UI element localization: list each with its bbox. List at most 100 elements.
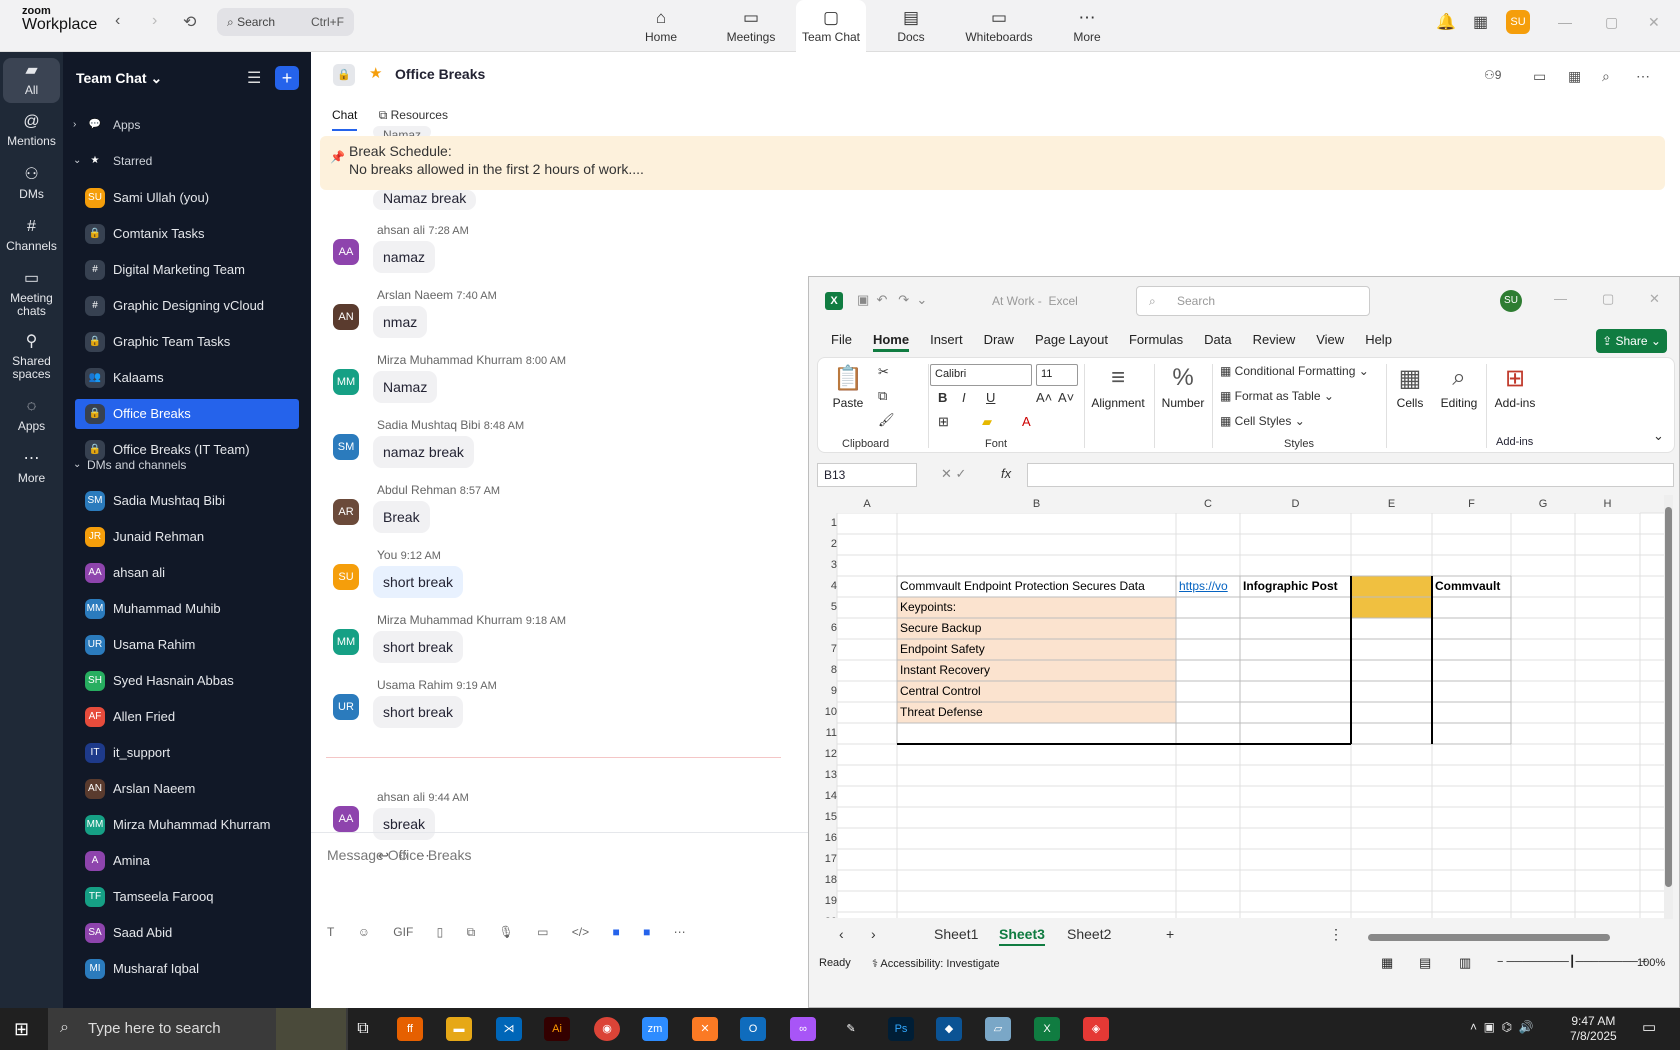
tab-docs[interactable]: ▤ Docs <box>866 0 956 52</box>
code-icon[interactable]: </> <box>572 925 589 939</box>
alignment-button[interactable]: ≡ Alignment <box>1086 364 1150 410</box>
minimize-icon[interactable]: — <box>1558 14 1572 30</box>
increase-font-icon[interactable]: A˄ <box>1036 390 1052 405</box>
row-header[interactable]: 11 <box>813 727 837 739</box>
cell-b8[interactable]: Instant Recovery <box>897 660 1176 681</box>
options-icon[interactable]: ⋮ <box>1329 926 1343 943</box>
more-icon[interactable]: ⋯ <box>674 925 686 939</box>
sidebar-item-dm[interactable]: TF Tamseela Farooq <box>75 882 299 912</box>
zoom-search-box[interactable]: ⌕ Search Ctrl+F <box>217 8 354 36</box>
minimize-icon[interactable]: — <box>1554 291 1567 306</box>
bold-icon[interactable]: B <box>938 390 947 405</box>
avatar[interactable]: AA <box>333 806 359 832</box>
cell-b9[interactable]: Central Control <box>897 681 1176 702</box>
tab-team-chat[interactable]: ▢ Team Chat <box>796 0 866 52</box>
add-sheet-icon[interactable]: + <box>1166 926 1174 942</box>
row-header[interactable]: 19 <box>813 895 837 907</box>
tab-home[interactable]: ⌂ Home <box>616 0 706 52</box>
ribbon-tab[interactable]: Draw <box>984 332 1014 347</box>
avatar[interactable]: UR <box>333 694 359 720</box>
font-color-icon[interactable]: A <box>1022 414 1031 429</box>
accessibility-status[interactable]: ⚕ Accessibility: Investigate <box>872 957 1000 970</box>
sidebar-item-starred[interactable]: 🔒 Graphic Team Tasks <box>75 327 299 357</box>
app-icon[interactable]: ◈ <box>1083 1017 1109 1041</box>
tab-chat[interactable]: Chat <box>332 108 358 131</box>
column-header[interactable]: G <box>1511 495 1575 513</box>
cell-b7[interactable]: Endpoint Safety <box>897 639 1176 660</box>
page-break-icon[interactable]: ▥ <box>1459 955 1471 971</box>
sidebar-item-dm[interactable]: JR Junaid Rehman <box>75 522 299 552</box>
sheet-tab[interactable]: Sheet1 <box>934 926 978 942</box>
sidebar-item-dm[interactable]: AF Allen Fried <box>75 702 299 732</box>
file-icon[interactable]: ▯ <box>437 925 444 939</box>
spreadsheet-grid[interactable]: ABCDEFGH12345678910111213141516171819202… <box>813 495 1665 918</box>
fill-color-icon[interactable]: ▰ <box>982 414 992 430</box>
notification-bell-icon[interactable]: 🔔 <box>1436 12 1456 32</box>
cell-f4[interactable]: Commvault <box>1432 576 1511 597</box>
windows-start-icon[interactable]: ⊞ <box>14 1019 29 1040</box>
vscode-icon[interactable]: ⋊ <box>496 1017 522 1041</box>
rail-item-meeting-chats[interactable]: ▭ Meeting chats <box>3 271 60 318</box>
ribbon-tab[interactable]: View <box>1316 332 1344 347</box>
page-layout-icon[interactable]: ▤ <box>1419 955 1431 971</box>
italic-icon[interactable]: I <box>962 390 966 405</box>
avatar[interactable]: MM <box>333 369 359 395</box>
avatar[interactable]: AN <box>333 304 359 330</box>
chrome-icon[interactable]: ◉ <box>594 1017 620 1041</box>
sidebar-item-dm[interactable]: MM Mirza Muhammad Khurram <box>75 810 299 840</box>
row-header[interactable]: 13 <box>813 769 837 781</box>
rail-item-apps[interactable]: ◌ Apps <box>3 399 60 433</box>
decrease-font-icon[interactable]: A˅ <box>1058 390 1074 405</box>
filter-icon[interactable]: ☰ <box>247 68 261 88</box>
photoshop-icon[interactable]: Ps <box>888 1017 914 1041</box>
sidebar-item-starred[interactable]: # Graphic Designing vCloud <box>75 291 299 321</box>
ribbon-tab[interactable]: Review <box>1253 332 1296 347</box>
sidebar-item-starred[interactable]: 🔒 Comtanix Tasks <box>75 219 299 249</box>
ribbon-tab[interactable]: Home <box>872 332 910 352</box>
pen-tool-icon[interactable]: ✎ <box>838 1017 864 1041</box>
tab-meetings[interactable]: ▭ Meetings <box>706 0 796 52</box>
column-header[interactable]: F <box>1432 495 1511 513</box>
share-button[interactable]: ⇪ Share ⌄ <box>1596 329 1667 353</box>
row-header[interactable]: 16 <box>813 832 837 844</box>
search-icon[interactable]: ⌕ <box>1602 68 1610 85</box>
redo-icon[interactable]: ↷ <box>898 292 909 307</box>
history-icon[interactable]: ⟲ <box>183 12 196 32</box>
message-author[interactable]: Arslan Naeem <box>377 288 453 302</box>
user-avatar[interactable]: SU <box>1506 10 1530 34</box>
sidebar-item-dm[interactable]: AA ahsan ali <box>75 558 299 588</box>
zoom-app-icon[interactable]: zm <box>642 1017 668 1041</box>
message-author[interactable]: Abdul Rehman <box>377 483 456 497</box>
sidebar-section-dms[interactable]: ⌄ DMs and channels <box>73 450 299 480</box>
sheet-tab-active[interactable]: Sheet3 <box>999 926 1045 946</box>
sidebar-item-dm[interactable]: AN Arslan Naeem <box>75 774 299 804</box>
tab-whiteboards[interactable]: ▭ Whiteboards <box>956 0 1042 52</box>
ribbon-tab[interactable]: Data <box>1204 332 1231 347</box>
column-header[interactable]: B <box>897 495 1176 513</box>
save-icon[interactable]: ▣ <box>857 292 869 307</box>
avatar[interactable]: AR <box>333 499 359 525</box>
formula-input[interactable] <box>1027 463 1674 487</box>
row-header[interactable]: 9 <box>813 685 837 697</box>
tab-more[interactable]: ⋯ More <box>1042 0 1132 52</box>
column-header[interactable]: C <box>1176 495 1240 513</box>
rail-item-all[interactable]: ▰ All <box>3 58 60 103</box>
column-header[interactable]: H <box>1575 495 1640 513</box>
cancel-icon[interactable]: ✕ ✓ <box>941 466 966 482</box>
sidebar-item-dm[interactable]: SM Sadia Mushtaq Bibi <box>75 486 299 516</box>
creative-cloud-icon[interactable]: ∞ <box>790 1017 816 1041</box>
vertical-scrollbar[interactable] <box>1664 495 1673 919</box>
row-header[interactable]: 6 <box>813 622 837 634</box>
ribbon-tab[interactable]: File <box>831 332 852 347</box>
avatar[interactable]: MM <box>333 629 359 655</box>
cell-b5[interactable]: Keypoints: <box>897 597 1176 618</box>
format-as-table-button[interactable]: ▦ Format as Table ⌄ <box>1220 389 1334 403</box>
calendar-icon[interactable]: ▦ <box>1568 68 1581 85</box>
new-chat-button[interactable]: + <box>275 66 299 90</box>
task-view-icon[interactable]: ⧉ <box>350 1017 376 1041</box>
excel-search-box[interactable]: ⌕ Search <box>1136 286 1370 316</box>
rail-item-mentions[interactable]: @ Mentions <box>3 114 60 148</box>
rail-item-channels[interactable]: # Channels <box>3 219 60 253</box>
horizontal-scrollbar[interactable] <box>1368 934 1610 941</box>
column-header[interactable]: D <box>1240 495 1351 513</box>
